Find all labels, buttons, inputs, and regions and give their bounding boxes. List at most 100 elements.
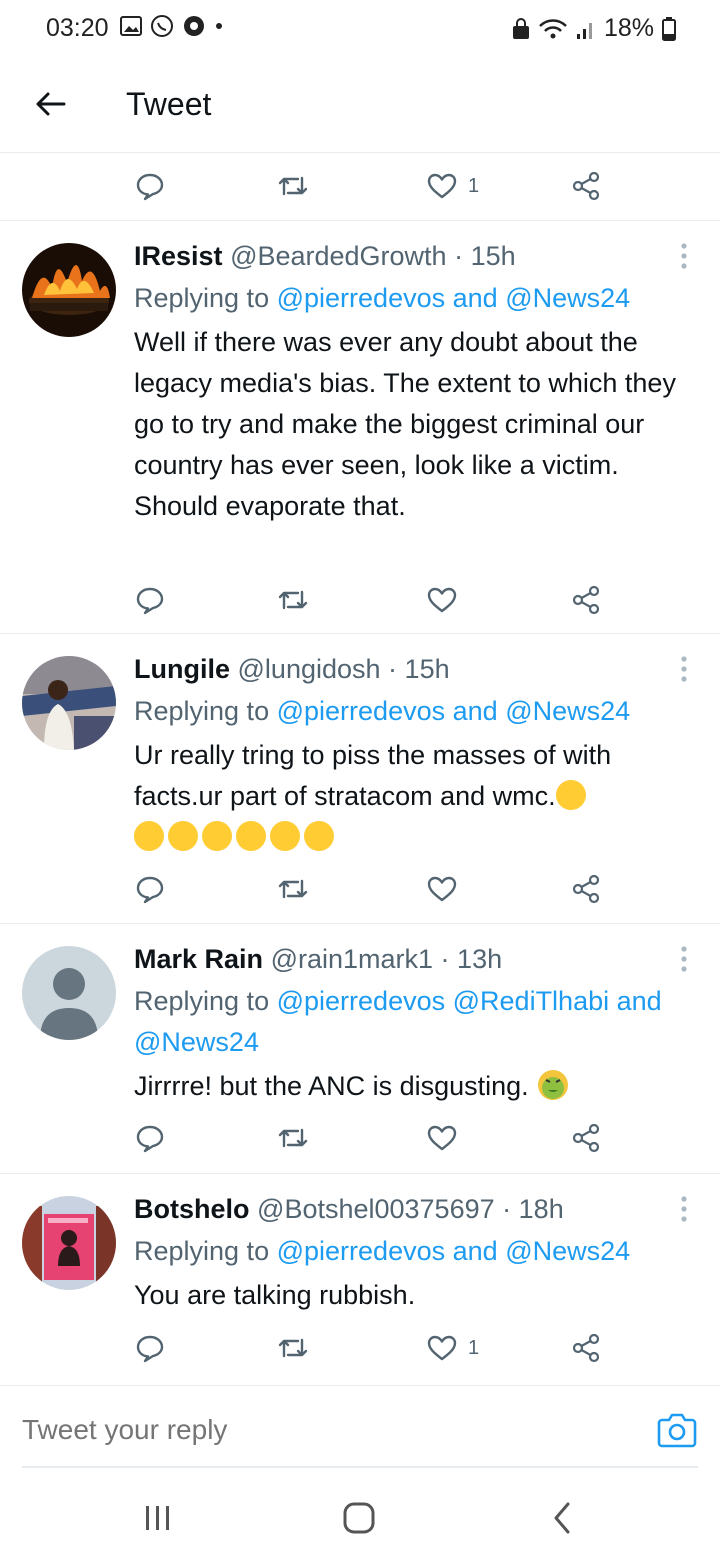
tweet-actions [0, 580, 720, 620]
face-with-rolling-eyes-icon [555, 780, 586, 810]
tweet-header: Mark Rain @rain1mark1 · 13h [134, 944, 503, 974]
mention-link[interactable]: @News24 [134, 1027, 259, 1057]
like-button[interactable] [426, 1118, 458, 1158]
mention-joiner[interactable]: and [617, 986, 662, 1016]
camera-icon[interactable] [656, 1410, 698, 1450]
reply-button[interactable] [134, 1118, 166, 1158]
status-bar: 03:20 18% [0, 0, 720, 58]
default-avatar-icon[interactable] [22, 946, 116, 1040]
more-vertical-icon[interactable] [676, 1194, 692, 1224]
nav-back-icon[interactable] [540, 1498, 584, 1538]
lock-badge-icon [512, 17, 529, 39]
reply-bubble-icon [136, 587, 164, 615]
like-count: 1 [468, 174, 480, 197]
system-navigation-bar [0, 1480, 720, 1560]
handle[interactable]: @Botshel00375697 [257, 1194, 495, 1224]
mention-link[interactable]: @News24 [505, 696, 630, 726]
mention-link[interactable]: @pierredevos [277, 986, 446, 1016]
like-button[interactable] [426, 869, 458, 909]
app-bar: Tweet [0, 58, 720, 153]
retweet-icon [278, 1128, 308, 1148]
divider [0, 1173, 720, 1174]
tweet-text: You are talking rubbish. [134, 1280, 416, 1310]
mention-link[interactable]: @News24 [505, 1236, 630, 1266]
tweet-actions [0, 869, 720, 909]
retweet-button[interactable] [276, 1328, 310, 1368]
mention-joiner[interactable]: and [453, 283, 498, 313]
share-icon [572, 874, 600, 904]
main-tweet-actions: 1 [0, 166, 720, 206]
display-name[interactable]: Lungile [134, 654, 230, 684]
nauseated-face-icon [538, 1070, 569, 1100]
retweet-icon [278, 176, 308, 196]
tweet-text: Ur really tring to piss the masses of wi… [134, 740, 612, 811]
handle[interactable]: @BeardedGrowth [230, 241, 447, 271]
reply-bubble-icon [136, 1335, 164, 1363]
more-vertical-icon[interactable] [676, 654, 692, 684]
arrow-left-icon[interactable] [28, 82, 72, 126]
tweet-header: IResist @BeardedGrowth · 15h [134, 241, 516, 271]
reply-bubble-icon [136, 1125, 164, 1153]
face-with-rolling-eyes-icon [134, 821, 164, 851]
composer-underline [22, 1466, 698, 1468]
display-name[interactable]: Mark Rain [134, 944, 263, 974]
like-button[interactable] [426, 580, 458, 620]
tweet-actions [0, 1118, 720, 1158]
mention-link[interactable]: @pierredevos [277, 696, 446, 726]
like-button[interactable]: 1 [426, 166, 479, 206]
more-vertical-icon[interactable] [676, 944, 692, 974]
avatar[interactable] [22, 656, 116, 750]
replying-to: Replying to @pierredevos and @News24 [134, 696, 631, 726]
share-icon [572, 171, 600, 201]
timestamp: 13h [457, 944, 503, 974]
avatar[interactable] [22, 1196, 116, 1290]
mention-link[interactable]: @pierredevos [277, 1236, 446, 1266]
share-button[interactable] [570, 580, 602, 620]
reply-button[interactable] [134, 166, 166, 206]
tweet-header: Botshelo @Botshel00375697 · 18h [134, 1194, 564, 1224]
more-vertical-icon[interactable] [676, 241, 692, 271]
reply-button[interactable] [134, 580, 166, 620]
mention-link[interactable]: @News24 [505, 283, 630, 313]
share-icon [572, 1123, 600, 1153]
mention-link[interactable]: @pierredevos [277, 283, 446, 313]
retweet-button[interactable] [276, 166, 310, 206]
tweet-actions: 1 [0, 1328, 720, 1368]
timestamp: 15h [404, 654, 450, 684]
share-button[interactable] [570, 1328, 602, 1368]
handle[interactable]: @lungidosh [238, 654, 381, 684]
heart-icon [427, 173, 457, 199]
reply-input[interactable] [22, 1414, 522, 1446]
like-count: 1 [468, 1336, 480, 1359]
handle[interactable]: @rain1mark1 [271, 944, 433, 974]
retweet-button[interactable] [276, 869, 310, 909]
recents-icon[interactable] [136, 1498, 180, 1538]
retweet-button[interactable] [276, 1118, 310, 1158]
reply-button[interactable] [134, 1328, 166, 1368]
share-icon [572, 1333, 600, 1363]
retweet-button[interactable] [276, 580, 310, 620]
replying-to: Replying to @pierredevos @RediTlhabi and… [134, 986, 662, 1057]
retweet-icon [278, 879, 308, 899]
battery-percentage: 18% [603, 14, 654, 42]
like-button[interactable]: 1 [426, 1328, 479, 1368]
face-with-rolling-eyes-icon [304, 821, 334, 851]
divider [0, 633, 720, 634]
home-icon[interactable] [337, 1498, 381, 1538]
reply-bubble-icon [136, 173, 164, 201]
heart-icon [427, 1125, 457, 1151]
mention-joiner[interactable]: and [453, 1236, 498, 1266]
display-name[interactable]: Botshelo [134, 1194, 250, 1224]
share-button[interactable] [570, 1118, 602, 1158]
status-time: 03:20 [46, 14, 109, 42]
mention-joiner[interactable]: and [453, 696, 498, 726]
signal-icon [576, 22, 592, 39]
share-button[interactable] [570, 869, 602, 909]
grinning-face-icon [202, 821, 232, 851]
mention-link[interactable]: @RediTlhabi [453, 986, 609, 1016]
retweet-icon [278, 590, 308, 610]
reply-button[interactable] [134, 869, 166, 909]
share-button[interactable] [570, 166, 602, 206]
avatar[interactable] [22, 243, 116, 337]
display-name[interactable]: IResist [134, 241, 223, 271]
